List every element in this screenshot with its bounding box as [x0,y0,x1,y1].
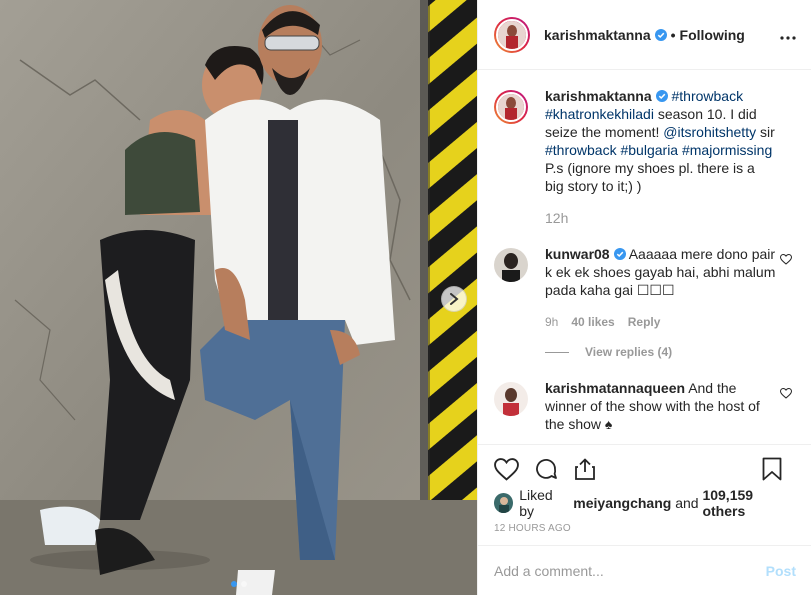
more-options-icon [780,36,796,40]
caption-timestamp: 12h [545,210,569,226]
commenter-username[interactable]: karishmatannaqueen [545,380,685,396]
chevron-right-icon [450,293,459,305]
comment-input[interactable] [494,562,766,579]
caption-text-segment: sir [756,124,775,140]
save-button[interactable] [762,457,782,481]
post-comment-button[interactable]: Post [766,563,796,579]
heart-icon [779,387,793,399]
comments-list[interactable]: karishmaktanna #throwback #khatronkekhil… [478,71,811,444]
caption-text-segment: P.s (ignore my shoes pl. there is a big … [545,160,755,194]
share-icon [575,458,595,480]
caption: karishmaktanna #throwback #khatronkekhil… [494,87,796,227]
caption-tag-link[interactable]: #throwback [672,88,744,104]
next-slide-button[interactable] [441,286,467,312]
author-username[interactable]: karishmaktanna [544,27,651,43]
heart-icon [494,457,519,481]
add-comment-form: Post [478,545,811,595]
view-replies-label: View replies (4) [585,345,673,359]
comment-button[interactable] [534,457,558,481]
post-header: karishmaktanna • Following [478,0,811,70]
liked-by: Liked by meiyangchang and 109,159 others [494,487,796,519]
view-replies-button[interactable]: View replies (4) [545,343,777,361]
more-options-button[interactable] [780,27,796,43]
like-button[interactable] [494,457,519,481]
commenter-avatar[interactable] [494,248,528,282]
caption-tag-link[interactable]: #khatronkekhiladi [545,106,654,122]
commenter-avatar[interactable] [494,382,528,416]
verified-badge-icon [655,90,668,102]
reply-button[interactable]: Reply [628,313,661,331]
post-actions: Liked by meiyangchang and 109,159 others… [478,444,811,537]
replies-divider [545,351,569,353]
comment-timestamp: 9h [545,315,559,329]
comment: kunwar08 Aaaaaa mere dono pair k ek ek s… [494,245,796,361]
caption-tag-link[interactable]: #throwback [545,142,617,158]
photo-illustration [0,0,477,595]
commenter-username[interactable]: kunwar08 [545,246,610,262]
heart-icon [779,253,793,265]
action-icons [494,445,796,493]
carousel-dot [240,581,247,587]
instagram-post: karishmaktanna • Following karishmaktann… [0,0,811,595]
caption-text: karishmaktanna #throwback #khatronkekhil… [545,87,777,195]
verified-badge-icon [654,28,667,41]
author-avatar[interactable] [494,16,530,53]
like-comment-button[interactable] [779,386,793,402]
liked-by-and: and [675,495,699,511]
caption-username[interactable]: karishmaktanna [545,88,652,104]
post-sidebar: karishmaktanna • Following karishmaktann… [477,0,811,595]
comment-likes[interactable]: 40 likes [571,313,614,331]
liker-avatar[interactable] [494,493,514,513]
comment-icon [536,458,557,479]
like-comment-button[interactable] [779,252,793,268]
verified-badge-icon [613,248,626,260]
liked-by-user[interactable]: meiyangchang [573,495,671,511]
share-button[interactable] [573,457,597,481]
caption-tag-link[interactable]: #majormissing [682,142,772,158]
caption-tag-link[interactable]: @itsrohitshetty [663,124,756,140]
caption-avatar[interactable] [494,90,528,124]
post-photo[interactable] [0,0,477,595]
carousel-dot [230,581,237,587]
header-separator: • [670,26,676,43]
following-button[interactable]: Following [680,27,745,43]
carousel-indicator [0,581,477,587]
bookmark-icon [762,457,782,481]
comment-meta: 9h 40 likes Reply [545,313,777,331]
caption-tag-link[interactable]: #bulgaria [620,142,678,158]
comment: karishmatannaqueen And the winner of the… [494,379,796,433]
post-timestamp[interactable]: 12 HOURS AGO [494,523,796,537]
